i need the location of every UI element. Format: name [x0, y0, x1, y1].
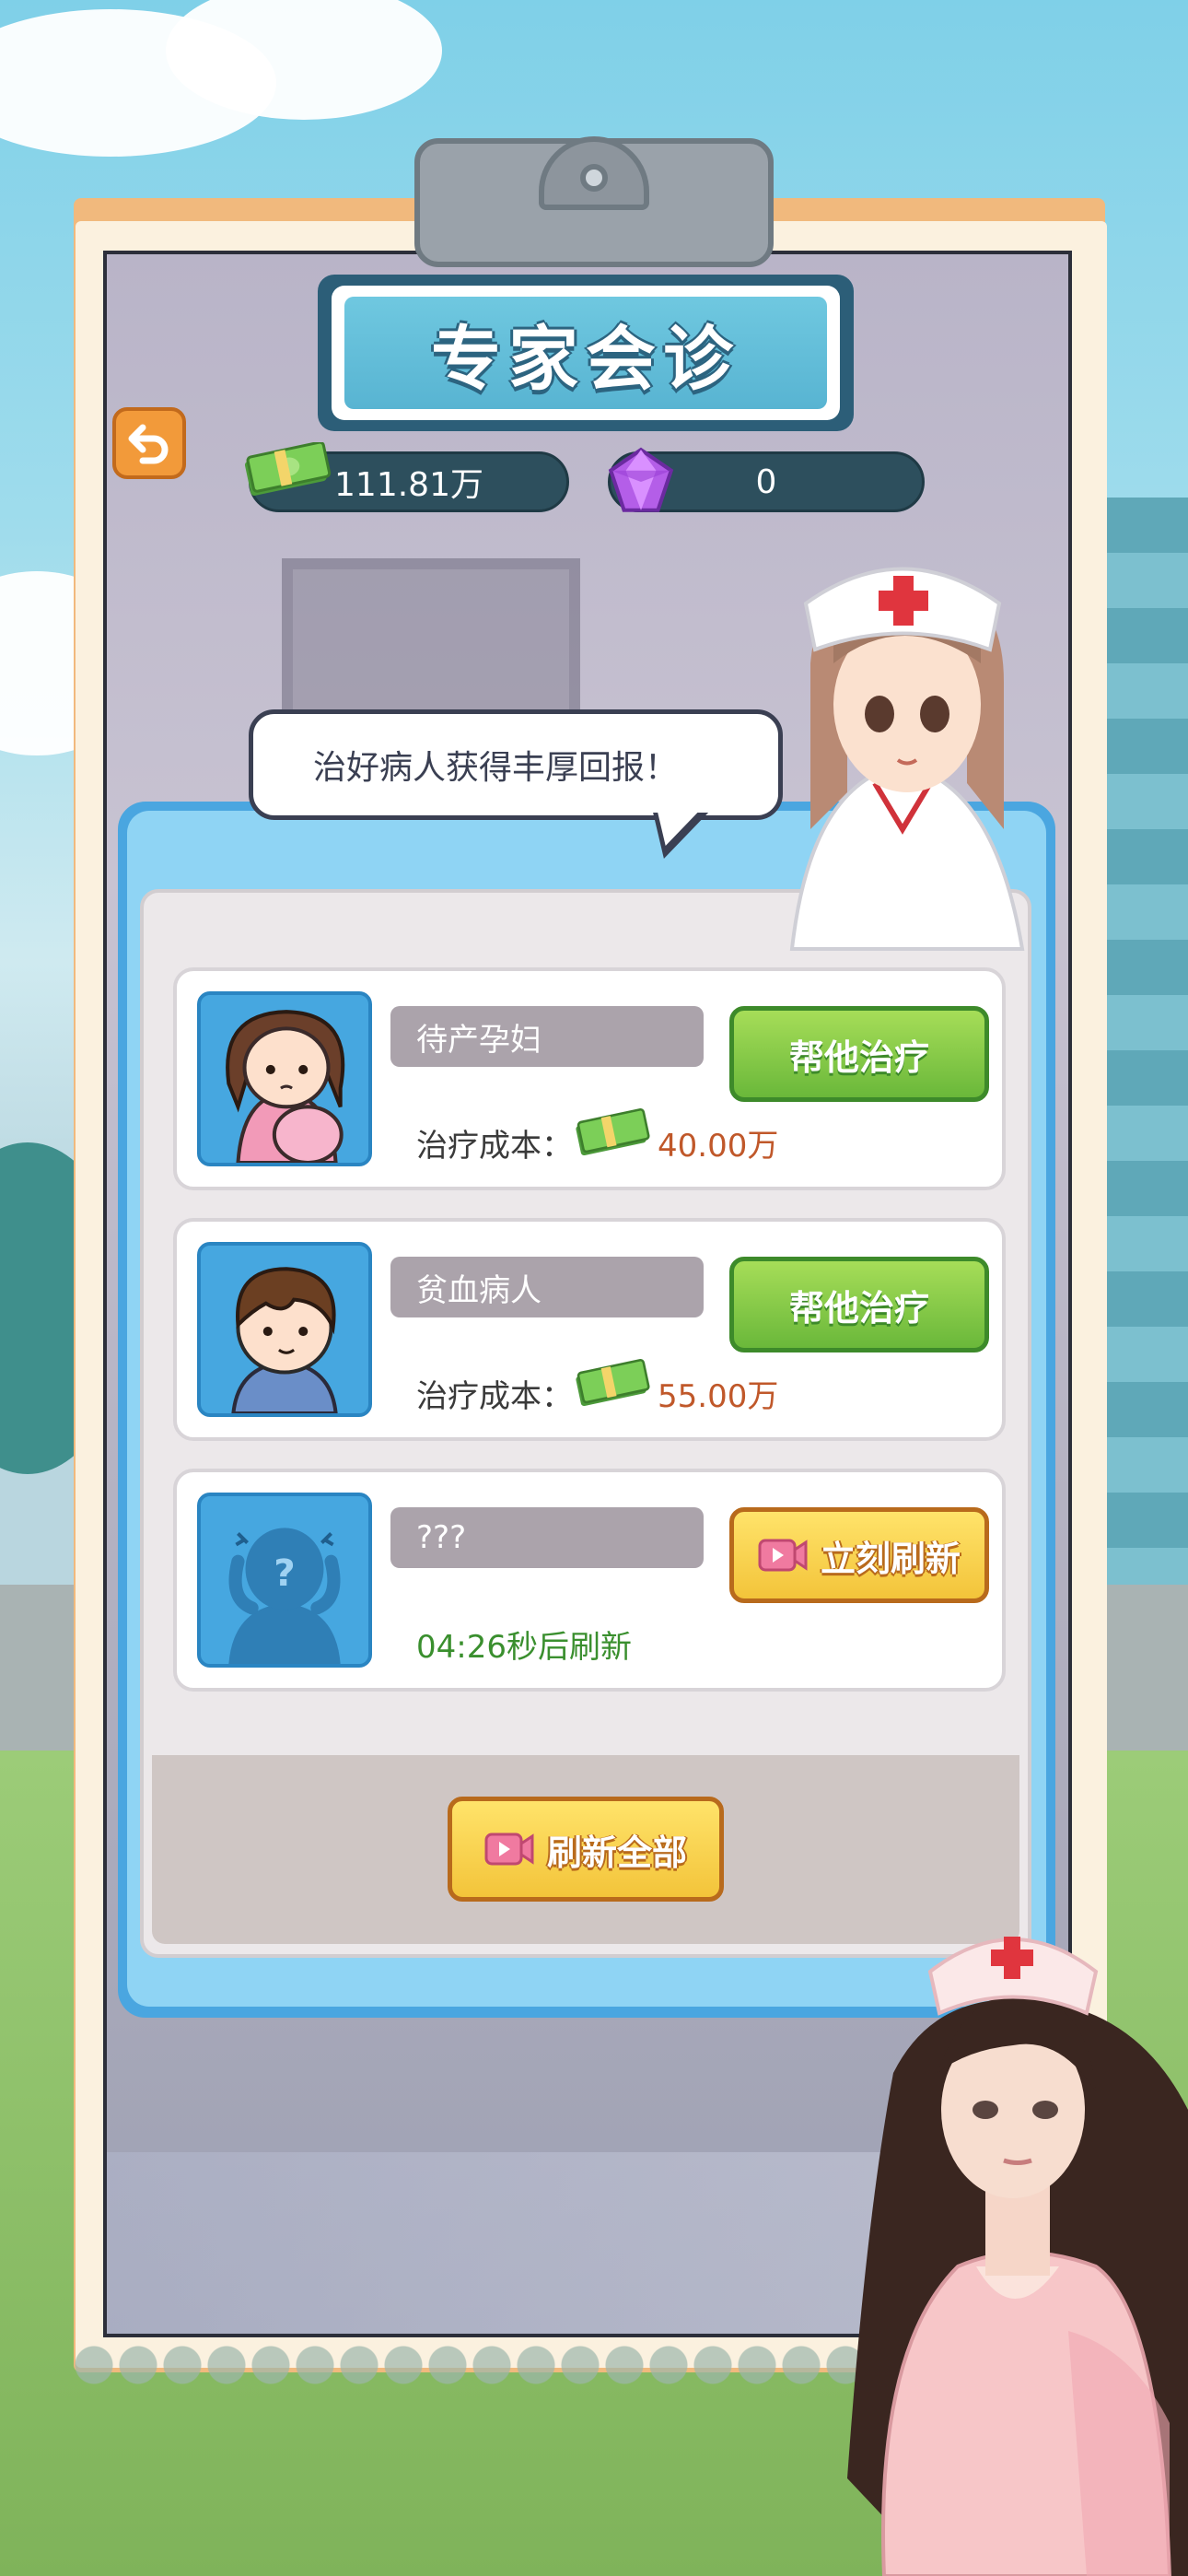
title-banner: 专家会诊 — [344, 297, 827, 409]
back-arrow-icon — [128, 424, 169, 464]
speech-text: 治好病人获得丰厚回报！ — [313, 749, 679, 787]
svg-text:?: ? — [274, 1551, 295, 1595]
patient-name: ??? — [390, 1507, 704, 1568]
gem-value: 0 — [755, 463, 777, 501]
cash-icon — [244, 442, 332, 496]
patient-name: 贫血病人 — [390, 1257, 704, 1317]
cost-label: 治疗成本： — [416, 1128, 573, 1165]
refresh-now-label: 立刻刷新 — [820, 1538, 961, 1579]
refresh-timer: 04:26秒后刷新 — [416, 1629, 632, 1666]
boy-patient-icon — [231, 1267, 338, 1413]
patient-avatar: ? — [197, 1493, 372, 1668]
back-button[interactable] — [112, 407, 186, 479]
cash-icon — [576, 1358, 650, 1407]
page-title: 专家会诊 — [431, 318, 740, 400]
patient-avatar — [197, 1242, 372, 1417]
patient-card: 待产孕妇 治疗成本： 40.00万 帮他治疗 — [173, 967, 1006, 1190]
gem-icon — [608, 447, 674, 512]
cost-value: 55.00万 — [658, 1378, 779, 1415]
cost-label: 治疗成本： — [416, 1378, 573, 1415]
patient-name: 待产孕妇 — [390, 1006, 704, 1067]
patient-card: ? ??? 04:26秒后刷新 立刻刷新 — [173, 1469, 1006, 1692]
clipboard-clip-hole — [580, 164, 608, 192]
cash-value: 111.81万 — [334, 466, 483, 504]
patient-card: 贫血病人 治疗成本： 55.00万 帮他治疗 — [173, 1218, 1006, 1441]
nurse-character — [789, 567, 1025, 951]
nurse-portrait — [847, 1937, 1188, 2576]
cash-icon — [576, 1107, 650, 1156]
speech-bubble: 治好病人获得丰厚回报！ — [249, 709, 783, 820]
treat-button[interactable]: 帮他治疗 — [729, 1257, 989, 1352]
video-icon — [758, 1539, 808, 1572]
video-icon — [484, 1832, 534, 1866]
refresh-all-button[interactable]: 刷新全部 — [448, 1797, 724, 1902]
cost-value: 40.00万 — [658, 1128, 779, 1165]
refresh-all-label: 刷新全部 — [546, 1832, 687, 1873]
treat-button[interactable]: 帮他治疗 — [729, 1006, 989, 1102]
refresh-now-button[interactable]: 立刻刷新 — [729, 1507, 989, 1603]
patient-avatar — [197, 991, 372, 1166]
question-silhouette-icon: ? — [228, 1528, 341, 1664]
pregnant-woman-icon — [226, 1010, 345, 1163]
